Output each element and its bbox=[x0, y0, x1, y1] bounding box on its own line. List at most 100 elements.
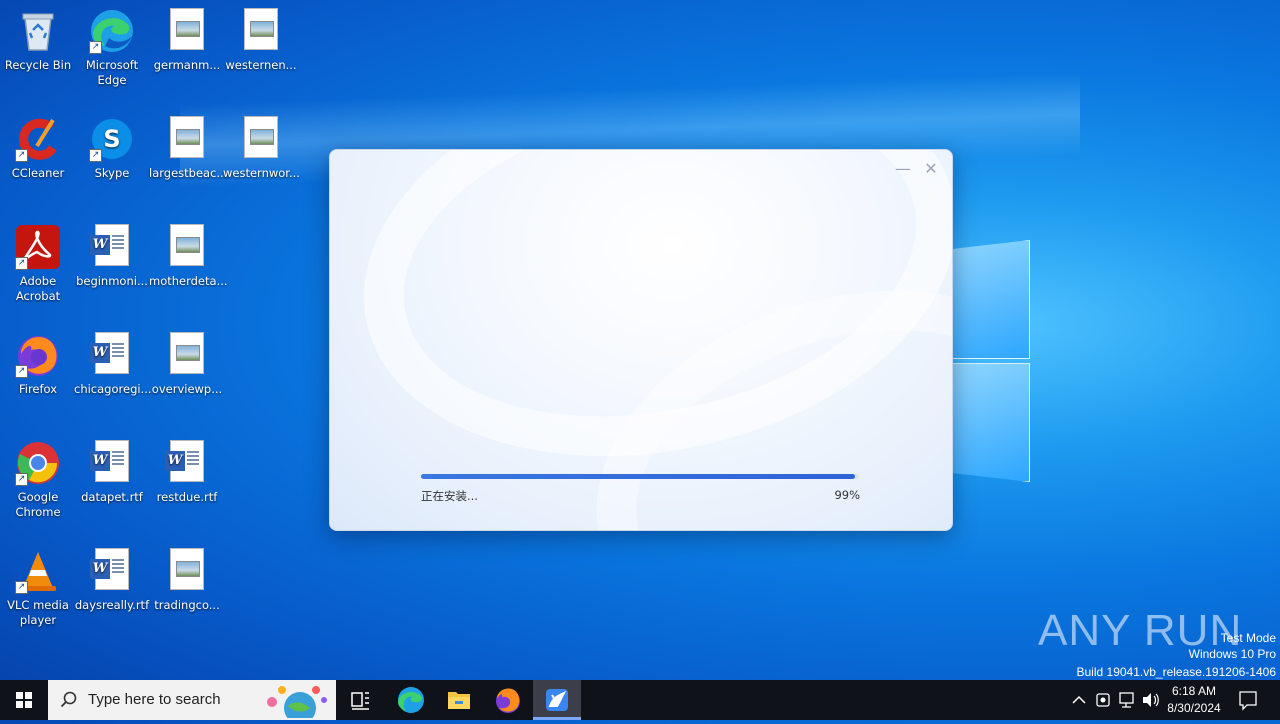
task-view-button[interactable] bbox=[336, 680, 384, 720]
desktop-icon-vlc[interactable]: ↗ VLC media player bbox=[0, 542, 76, 628]
word-document-icon: W bbox=[89, 224, 135, 270]
desktop-icon-label: Adobe Acrobat bbox=[15, 274, 61, 303]
image-file-icon bbox=[164, 332, 210, 378]
image-file-icon bbox=[164, 224, 210, 270]
taskbar-installer-button[interactable] bbox=[533, 680, 581, 720]
desktop-icon-motherdeta[interactable]: motherdeta... bbox=[149, 218, 228, 289]
watermark-test-mode: Test Mode bbox=[1220, 631, 1276, 645]
clock-date: 8/30/2024 bbox=[1167, 701, 1221, 715]
desktop-icon-beginmoni[interactable]: W beginmoni... bbox=[74, 218, 150, 289]
shortcut-arrow-icon: ↗ bbox=[89, 41, 102, 54]
desktop-icon-overviewp[interactable]: overviewp... bbox=[149, 326, 225, 397]
desktop-icon-google-chrome[interactable]: ↗ Google Chrome bbox=[0, 434, 76, 520]
start-button[interactable] bbox=[0, 680, 48, 720]
svg-text:S: S bbox=[103, 125, 120, 153]
desktop-icon-tradingco[interactable]: tradingco... bbox=[149, 542, 225, 613]
desktop-icon-label: Microsoft Edge bbox=[85, 58, 139, 87]
desktop-icon-label: overviewp... bbox=[151, 382, 223, 396]
word-document-icon: W bbox=[89, 440, 135, 486]
desktop-icon-chicagoregi[interactable]: W chicagoregi... bbox=[74, 326, 152, 397]
desktop-icon-label: beginmoni... bbox=[76, 274, 148, 288]
shortcut-arrow-icon: ↗ bbox=[89, 149, 102, 162]
installer-dialog: — ✕ 正在安装... 99% bbox=[329, 149, 953, 531]
desktop-icon-adobe-acrobat[interactable]: ↗ Adobe Acrobat bbox=[0, 218, 76, 304]
desktop-icon-label: restdue.rtf bbox=[156, 490, 218, 504]
chrome-icon: ↗ bbox=[15, 440, 61, 486]
firefox-icon bbox=[496, 688, 520, 713]
image-file-icon bbox=[164, 548, 210, 594]
word-document-icon: W bbox=[164, 440, 210, 486]
desktop-icon-firefox[interactable]: ↗ Firefox bbox=[0, 326, 76, 397]
word-document-icon: W bbox=[89, 548, 135, 594]
taskbar-edge-button[interactable] bbox=[387, 680, 435, 720]
shortcut-arrow-icon: ↗ bbox=[15, 581, 28, 594]
search-placeholder: Type here to search bbox=[88, 691, 221, 708]
network-icon bbox=[1119, 692, 1134, 708]
skype-icon: S ↗ bbox=[89, 116, 135, 162]
windows-start-icon bbox=[16, 692, 32, 708]
image-file-icon bbox=[238, 8, 284, 54]
minimize-button[interactable]: — bbox=[894, 160, 912, 178]
desktop-icon-label: motherdeta... bbox=[149, 274, 228, 288]
desktop-icon-label: daysreally.rtf bbox=[74, 598, 150, 612]
file-explorer-icon bbox=[448, 692, 470, 709]
desktop-icon-westernen[interactable]: westernen... bbox=[223, 2, 299, 73]
search-icon bbox=[60, 691, 77, 708]
chevron-up-icon bbox=[1072, 695, 1086, 704]
search-highlight-illustration-icon bbox=[267, 686, 327, 718]
desktop-icon-label: Google Chrome bbox=[15, 490, 61, 519]
desktop-icon-label: VLC media player bbox=[7, 598, 69, 627]
minimize-icon: — bbox=[895, 159, 911, 178]
notification-icon bbox=[1239, 691, 1257, 711]
desktop-icon-datapet[interactable]: W datapet.rtf bbox=[74, 434, 150, 505]
desktop-icon-label: CCleaner bbox=[11, 166, 65, 180]
desktop-icon-daysreally[interactable]: W daysreally.rtf bbox=[74, 542, 150, 613]
edge-icon bbox=[398, 687, 424, 713]
desktop-icon-label: Skype bbox=[94, 166, 130, 180]
network-button[interactable] bbox=[1116, 680, 1138, 720]
close-button[interactable]: ✕ bbox=[922, 160, 940, 178]
desktop-icon-westernwor[interactable]: westernwor... bbox=[223, 110, 300, 181]
watermark-build: Build 19041.vb_release.191206-1406 bbox=[1076, 665, 1277, 679]
recycle-bin-icon bbox=[15, 8, 61, 54]
task-view-icon bbox=[351, 692, 369, 710]
taskbar: Type here to search 6:18 AM 8/30/2024 bbox=[0, 680, 1280, 720]
desktop-icon-skype[interactable]: S ↗ Skype bbox=[74, 110, 150, 181]
shortcut-arrow-icon: ↗ bbox=[15, 257, 28, 270]
desktop-icon-label: westernen... bbox=[225, 58, 297, 72]
shortcut-arrow-icon: ↗ bbox=[15, 149, 28, 162]
shortcut-arrow-icon: ↗ bbox=[15, 365, 28, 378]
edge-icon: ↗ bbox=[89, 8, 135, 54]
desktop-icon-restdue[interactable]: W restdue.rtf bbox=[149, 434, 225, 505]
action-center-button[interactable] bbox=[1232, 680, 1264, 720]
desktop-icon-germanm[interactable]: germanm... bbox=[149, 2, 225, 73]
watermark-edition: Windows 10 Pro bbox=[1188, 647, 1276, 661]
install-status-text: 正在安装... bbox=[421, 489, 478, 503]
volume-button[interactable] bbox=[1140, 680, 1162, 720]
install-progress-fill bbox=[421, 474, 855, 479]
install-percent-text: 99% bbox=[834, 488, 860, 502]
vlc-icon: ↗ bbox=[15, 548, 61, 594]
taskbar-firefox-button[interactable] bbox=[484, 680, 532, 720]
image-file-icon bbox=[164, 116, 210, 162]
desktop-icon-microsoft-edge[interactable]: ↗ Microsoft Edge bbox=[74, 2, 150, 88]
close-icon: ✕ bbox=[924, 159, 938, 178]
taskbar-search-box[interactable]: Type here to search bbox=[48, 680, 336, 720]
desktop-icon-label: datapet.rtf bbox=[81, 490, 143, 504]
desktop-icon-recycle-bin[interactable]: Recycle Bin bbox=[0, 2, 76, 73]
firefox-icon: ↗ bbox=[15, 332, 61, 378]
desktop-icon-largestbeac[interactable]: largestbeac... bbox=[149, 110, 227, 181]
tray-app-button[interactable] bbox=[1092, 680, 1114, 720]
taskbar-clock[interactable]: 6:18 AM 8/30/2024 bbox=[1164, 683, 1224, 717]
desktop-icon-label: westernwor... bbox=[223, 166, 300, 180]
show-hidden-icons-button[interactable] bbox=[1068, 680, 1090, 720]
install-progress-bar bbox=[421, 474, 859, 479]
desktop-icon-label: germanm... bbox=[153, 58, 221, 72]
desktop-icon-ccleaner[interactable]: ↗ CCleaner bbox=[0, 110, 76, 181]
desktop-icon-label: chicagoregi... bbox=[74, 382, 152, 396]
installer-app-icon bbox=[546, 689, 568, 711]
clock-time: 6:18 AM bbox=[1171, 684, 1217, 698]
taskbar-file-explorer-button[interactable] bbox=[435, 680, 483, 720]
tray-app-icon bbox=[1096, 693, 1110, 707]
image-file-icon bbox=[164, 8, 210, 54]
